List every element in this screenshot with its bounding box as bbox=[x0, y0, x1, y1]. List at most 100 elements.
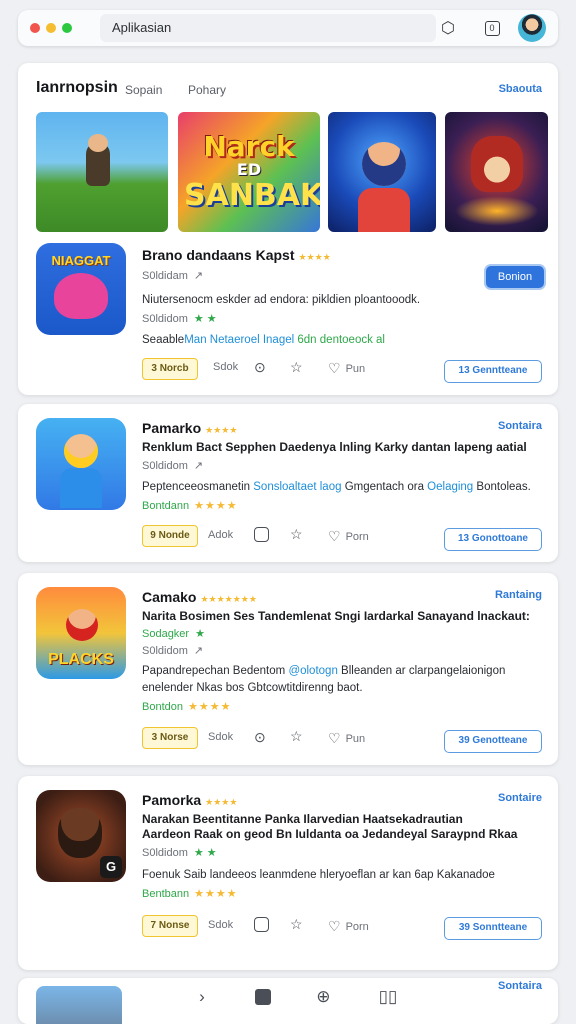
app-meta-text: S0ldidom bbox=[142, 460, 188, 472]
desc-highlight[interactable]: Sonsloaltaet laog bbox=[253, 481, 341, 493]
app-icon-peek[interactable] bbox=[36, 986, 122, 1024]
app-title-text: Camako bbox=[142, 589, 197, 605]
app-icon-featured[interactable]: NIAGGAT bbox=[36, 243, 126, 335]
check-icon bbox=[254, 917, 269, 932]
tag-badge[interactable]: 7 Nonse bbox=[142, 915, 198, 937]
app-link[interactable]: Sontaire bbox=[498, 792, 542, 804]
action-save[interactable]: Adok bbox=[208, 529, 233, 541]
app-icon[interactable]: PLACKS bbox=[36, 587, 126, 679]
rating-marks: ★ ★ bbox=[193, 313, 217, 325]
banner-adventure[interactable] bbox=[36, 112, 168, 232]
app-link[interactable]: Sontaira bbox=[498, 420, 542, 432]
banner-logo-line2: ED bbox=[236, 160, 262, 179]
app-meta-text: S0ldidom bbox=[142, 645, 188, 657]
tag-badge[interactable]: 3 Norse bbox=[142, 727, 198, 749]
action-like[interactable]: ♡ Porn bbox=[328, 528, 369, 545]
action-check[interactable]: ⊙ bbox=[254, 729, 271, 746]
desc-suffix: Bontoleas. bbox=[476, 481, 531, 493]
tag-badge[interactable]: 3 Norcb bbox=[142, 358, 198, 380]
star-icon: ☆ bbox=[290, 916, 303, 932]
banner-logo[interactable]: Narck ED SANBAK bbox=[178, 112, 320, 232]
app-headline: Renklum Bact Sepphen Daedenya lnling Kar… bbox=[142, 440, 527, 454]
tab-sopain[interactable]: Sopain bbox=[125, 83, 162, 97]
desc-highlight[interactable]: Man Netaeroel Inagel bbox=[184, 334, 294, 346]
action-star[interactable]: ☆ bbox=[290, 916, 308, 933]
app-title[interactable]: Camako ★★★★★★★ bbox=[142, 589, 257, 605]
app-rating: Bontdon ★★★★ bbox=[142, 700, 231, 713]
avatar[interactable] bbox=[518, 14, 546, 42]
app-title-stars: ★★★★ bbox=[298, 252, 331, 262]
banner-warrior[interactable] bbox=[445, 112, 548, 232]
collection-button[interactable]: 13 Genntteane bbox=[444, 360, 542, 383]
see-all-link[interactable]: Sbaouta bbox=[499, 83, 542, 95]
rating-stars: ★★★★ bbox=[187, 701, 232, 713]
app-icon-body bbox=[60, 468, 102, 508]
check-icon: ⊙ bbox=[254, 359, 266, 375]
app-title[interactable]: Brano dandaans Kapst ★★★★ bbox=[142, 247, 331, 263]
app-link[interactable]: Sontaira bbox=[498, 980, 542, 992]
action-save[interactable]: Sdok bbox=[208, 919, 233, 931]
action-like[interactable]: ♡ Porn bbox=[328, 918, 369, 935]
collection-button[interactable]: 39 Genotteane bbox=[444, 730, 542, 753]
app-headline: Narakan Beentitanne Panka Ilarvedian Haa… bbox=[142, 812, 463, 826]
banner-hero-body bbox=[358, 188, 410, 232]
collection-button[interactable]: 13 Gonottoane bbox=[444, 528, 542, 551]
desc-prefix: Seaable bbox=[142, 334, 185, 346]
address-bar[interactable]: Aplikasian bbox=[100, 14, 436, 42]
chevron-right-icon[interactable]: › bbox=[190, 987, 214, 1007]
app-title-stars: ★★★★★★★ bbox=[200, 594, 257, 604]
app-icon[interactable] bbox=[36, 418, 126, 510]
tag-badge[interactable]: 9 Nonde bbox=[142, 525, 198, 547]
minimize-dot[interactable] bbox=[46, 23, 56, 33]
action-check[interactable] bbox=[254, 527, 269, 542]
extension-icon[interactable]: ⬡ bbox=[436, 16, 460, 40]
app-icon[interactable]: G bbox=[36, 790, 126, 882]
action-like[interactable]: ♡ Pun bbox=[328, 730, 365, 747]
book-icon[interactable]: ▯▯ bbox=[376, 987, 400, 1007]
install-button[interactable]: Bonion bbox=[486, 266, 544, 288]
window-titlebar: Aplikasian ⬡ 0 bbox=[18, 10, 558, 46]
box-icon[interactable]: 0 bbox=[480, 16, 504, 40]
banner-warrior-glow bbox=[455, 196, 539, 226]
trend-icon: ↗ bbox=[193, 270, 204, 282]
desc-suffix: 6dn dentoeock al bbox=[297, 334, 385, 346]
banner-hero[interactable] bbox=[328, 112, 436, 232]
action-star[interactable]: ☆ bbox=[290, 526, 308, 543]
app-card: PLACKS Camako ★★★★★★★ Rantaing Narita Bos… bbox=[18, 573, 558, 765]
app-title[interactable]: Pamarko ★★★★ bbox=[142, 420, 237, 436]
app-link[interactable]: Rantaing bbox=[495, 589, 542, 601]
action-star[interactable]: ☆ bbox=[290, 728, 308, 745]
desc-highlight[interactable]: @olotogn bbox=[288, 665, 337, 677]
featured-section: Ianrnopsin Sopain Pohary Sbaouta Narck E… bbox=[18, 63, 558, 395]
action-save[interactable]: Sdok bbox=[208, 731, 233, 743]
subtitle-mark: ★ bbox=[195, 628, 205, 640]
action-check[interactable]: ⊙ bbox=[254, 359, 271, 376]
search-zoom-icon[interactable]: ⊕ bbox=[311, 987, 335, 1007]
action-like-label: Pun bbox=[345, 362, 366, 375]
app-title-text: Pamorka bbox=[142, 792, 202, 808]
desc-highlight-2[interactable]: Oelaging bbox=[427, 481, 473, 493]
close-dot[interactable] bbox=[30, 23, 40, 33]
action-save-label: Sdok bbox=[208, 731, 234, 743]
action-save-label: Sdok bbox=[208, 919, 234, 931]
trend-icon: ↗ bbox=[193, 460, 204, 472]
rating-stars: ★★★★ bbox=[194, 500, 238, 512]
app-meta: S0ldidom ↗ bbox=[142, 644, 203, 657]
check-icon bbox=[254, 527, 269, 542]
star-icon: ☆ bbox=[290, 359, 303, 375]
tab-pohary[interactable]: Pohary bbox=[188, 83, 226, 97]
app-title-stars: ★★★★ bbox=[205, 425, 238, 435]
app-icon-face bbox=[66, 609, 98, 641]
action-check[interactable] bbox=[254, 917, 269, 932]
action-save[interactable]: Sdok bbox=[208, 361, 238, 373]
app-title[interactable]: Pamorka ★★★★ bbox=[142, 792, 237, 808]
app-icon-face bbox=[64, 434, 98, 468]
app-headline: Narita Bosimen Ses Tandemlenat Sngi Iard… bbox=[142, 609, 530, 623]
maximize-dot[interactable] bbox=[62, 23, 72, 33]
action-like[interactable]: ♡ Pun bbox=[328, 360, 365, 377]
app-icon-badge: G bbox=[100, 856, 122, 878]
edit-icon[interactable] bbox=[254, 989, 271, 1005]
collection-button[interactable]: 39 Sonntteane bbox=[444, 917, 542, 940]
app-meta: S0ldidam ↗ bbox=[142, 269, 203, 282]
action-star[interactable]: ☆ bbox=[290, 359, 308, 376]
